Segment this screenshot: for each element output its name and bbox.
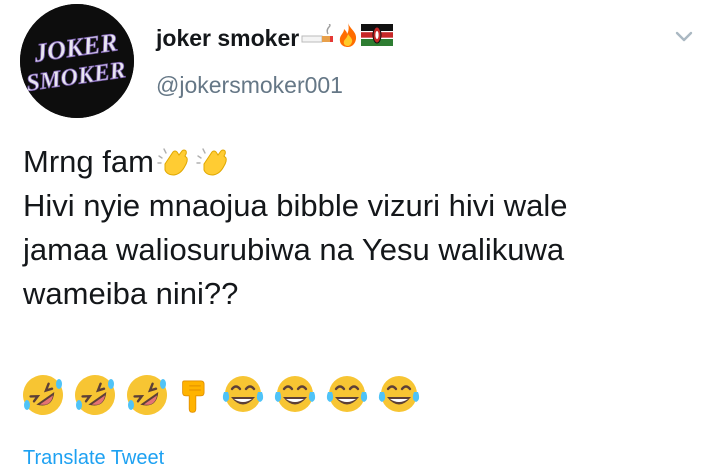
tweet-line-1-text: Mrng fam: [23, 144, 154, 179]
tears-of-joy-icon: [274, 376, 316, 412]
tears-of-joy-icon: [222, 376, 264, 412]
tweet-line-4: wameiba nini??: [23, 276, 239, 311]
tears-of-joy-icon: [326, 376, 368, 412]
tears-of-joy-icon: [378, 376, 420, 412]
rolling-on-floor-laughing-icon: [75, 375, 115, 415]
rolling-on-floor-laughing-icon: [23, 375, 63, 415]
chevron-down-icon[interactable]: [672, 24, 696, 48]
emoji-row: [20, 370, 428, 420]
kenya-flag-icon: [361, 24, 394, 52]
tweet-text: Mrng fam Hivi nyie mnaojua bibble vizuri…: [23, 140, 703, 316]
tweet-line-1: Mrng fam: [23, 140, 703, 184]
rolling-on-floor-laughing-icon: [127, 375, 167, 415]
cigarette-icon: [301, 23, 335, 52]
tweet-line-3: jamaa waliosurubiwa na Yesu walikuwa: [23, 232, 565, 267]
pointing-down-icon: [182, 380, 205, 413]
display-name[interactable]: joker smoker: [156, 25, 299, 52]
clapping-hands-icon: [196, 144, 232, 180]
fire-icon: [337, 22, 359, 54]
user-handle[interactable]: @jokersmoker001: [156, 72, 343, 99]
translate-tweet-link[interactable]: Translate Tweet: [23, 447, 164, 470]
clapping-hands-icon: [157, 144, 193, 180]
display-name-row[interactable]: joker smoker: [156, 22, 394, 54]
avatar[interactable]: JOKER SMOKER: [20, 4, 134, 118]
tweet-line-2: Hivi nyie mnaojua bibble vizuri hivi wal…: [23, 188, 568, 223]
